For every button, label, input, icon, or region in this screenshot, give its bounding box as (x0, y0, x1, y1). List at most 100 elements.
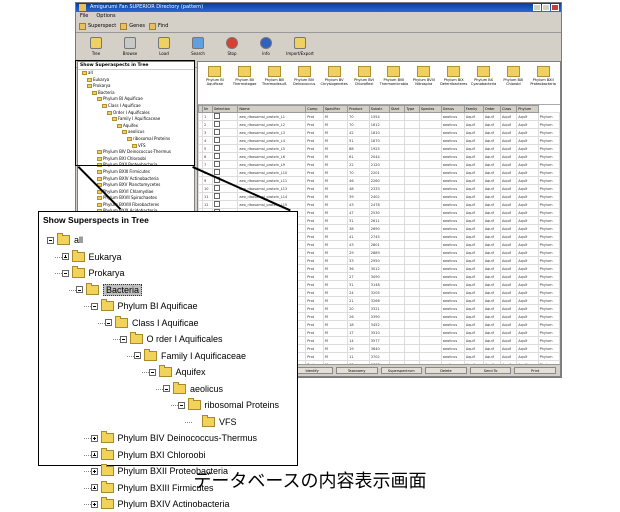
toolbar-button-load[interactable]: Load (152, 37, 176, 56)
table-row[interactable]: 9 aeo_ribosomal_protein_L11 Prot M 46 2260 aeo… (198, 176, 560, 185)
superspectrum-button[interactable]: Superspectrum (380, 367, 423, 374)
tree-node-phylum-bi-aquificae[interactable]: Phylum BI Aquificae (90, 298, 198, 314)
mini-tree-node[interactable]: Phylum BXVII Spirochaetes (78, 195, 194, 202)
selection-checkbox[interactable] (211, 144, 239, 153)
column-header[interactable]: Nr (201, 105, 213, 113)
toolbar-button-info[interactable]: Info (254, 37, 278, 56)
column-header[interactable]: Family (463, 105, 484, 113)
taxonomy-button[interactable]: Taxonomy (335, 367, 378, 374)
table-row[interactable]: 4 aeo_ribosomal_protein_L4 Prot M 51 1870 aeol… (198, 136, 560, 145)
column-header[interactable]: Specifier (322, 105, 349, 113)
column-header[interactable]: Phylum (516, 105, 539, 113)
collapse-toggle[interactable] (47, 236, 54, 244)
table-row[interactable]: 8aeo_ribosomal_protein_L10ProtM702201aeo… (198, 168, 560, 177)
delete-button[interactable]: Delete (425, 367, 467, 374)
collapse-toggle[interactable] (177, 401, 185, 409)
collapse-toggle[interactable] (76, 286, 83, 293)
table-row[interactable]: 7 aeo_ribosomal_protein_L9 Prot M 22 2120 aeol… (198, 160, 560, 169)
table-row[interactable]: 1 aeo_ribosomal_protein_L1 Prot M 70 1554 aeol… (198, 112, 560, 121)
tree-node-aeolicus[interactable]: aeolicus (163, 381, 223, 397)
folder-item[interactable]: Phylum BII Thermotogae (232, 66, 258, 104)
column-header[interactable]: Species (418, 105, 442, 113)
tree-node-bacteria[interactable]: Bacteria (76, 282, 143, 298)
tree-node-o-rder-i-aquificales[interactable]: O rder I Aquificales (119, 331, 223, 347)
tree-node-vfs[interactable]: VFS (192, 414, 237, 430)
tree-node-phylum-bxiv-actinobacteria[interactable]: Phylum BXIV Actinobacteria (90, 496, 230, 512)
folder-item[interactable]: Phylum BIX Deferribacteres (440, 66, 467, 104)
toolbar-button-browse[interactable]: Browse (118, 37, 142, 56)
column-header[interactable]: Type (404, 105, 420, 113)
selection-checkbox[interactable] (211, 112, 239, 121)
folder-item[interactable]: Phylum BI Aquificae (202, 66, 228, 104)
folder-item[interactable]: Phylum BXII Proteobacteria (530, 66, 556, 104)
folder-item[interactable]: Phylum BVI Chloroflexi (351, 66, 377, 104)
tab-superspect[interactable]: Superspect (79, 22, 116, 30)
tree-node-aquifex[interactable]: Aquifex (148, 364, 206, 380)
table-row[interactable]: 6 aeo_ribosomal_protein_L6 Prot M 61 2044 aeol… (198, 152, 560, 161)
table-row[interactable]: 2 aeo_ribosomal_protein_L2 Prot M 70 1612 aeol… (198, 120, 560, 129)
tree-node-phylum-biv-deinococcus-thermus[interactable]: Phylum BIV Deinococcus-Thermus (90, 430, 257, 446)
selection-checkbox[interactable] (211, 136, 239, 145)
folder-item[interactable]: Phylum BVIII Nitrospira (411, 66, 437, 104)
selection-checkbox[interactable] (211, 160, 239, 169)
menu-file[interactable]: File (80, 12, 88, 20)
selection-checkbox[interactable] (211, 200, 239, 209)
expand-toggle[interactable] (61, 253, 69, 260)
toolbar-button-tree[interactable]: Tree (84, 37, 108, 56)
tree-node-ribosomal-proteins[interactable]: ribosomal Proteins (177, 397, 279, 413)
folder-item[interactable]: Phylum BV Chrysiogenetes (321, 66, 348, 104)
table-row[interactable]: 3 aeo_ribosomal_protein_L3 Prot M 42 1810 aeol… (198, 128, 560, 137)
folder-item[interactable]: Phylum BX Cyanobacteria (471, 66, 497, 104)
maximize-button[interactable] (542, 4, 550, 11)
folder-item[interactable]: Phylum BVII Thermomicrobia (380, 66, 408, 104)
mini-tree-node[interactable]: Phylum BXVIII Fibrobacteres (78, 202, 194, 209)
table-row[interactable]: 10 aeo_ribosomal_protein_L13 Prot M 48 2333 ae… (198, 184, 560, 193)
toolbar-button-import-export[interactable]: Import/Export (286, 37, 314, 56)
column-header[interactable]: Name (237, 105, 307, 113)
toolbar-button-stop[interactable]: Stop (220, 37, 244, 56)
folder-item[interactable]: Phylum BXI Chlorobi (500, 66, 526, 104)
table-row[interactable]: 5 aeo_ribosomal_protein_L5 Prot M 88 1925 aeol… (198, 144, 560, 153)
selection-checkbox[interactable] (211, 152, 239, 161)
tree-node-all[interactable]: all (47, 232, 83, 248)
tree-node-prokarya[interactable]: Prokarya (61, 265, 125, 281)
collapse-toggle[interactable] (90, 302, 98, 310)
minimize-button[interactable] (533, 4, 541, 11)
tree-node-class-i-aquificae[interactable]: Class I Aquificae (105, 315, 199, 331)
mini-tree-node[interactable]: Phylum BXVI Chlamydiae (78, 189, 194, 196)
menu-options[interactable]: Options (96, 12, 115, 20)
print-button[interactable]: Print (514, 367, 556, 374)
column-header[interactable]: Genus (440, 105, 465, 113)
collapse-toggle[interactable] (61, 269, 69, 277)
column-header[interactable]: Comp (305, 105, 324, 113)
toolbar-button-search[interactable]: Search (186, 37, 210, 56)
mini-tree-node[interactable]: Phylum BXIV Actinobacteria (78, 176, 194, 183)
column-header[interactable]: Product (347, 105, 370, 113)
tab-find[interactable]: Find (149, 22, 168, 30)
column-header[interactable]: Start (388, 105, 406, 113)
column-header[interactable]: Selection (211, 105, 239, 113)
collapse-toggle[interactable] (148, 368, 156, 376)
selection-checkbox[interactable] (211, 192, 239, 201)
close-button[interactable] (551, 4, 559, 11)
expand-toggle[interactable] (90, 451, 98, 458)
column-header[interactable]: Order (482, 105, 502, 113)
tree-node-phylum-bxi-chloroobi[interactable]: Phylum BXI Chloroobi (90, 447, 206, 463)
tree-node-family-i-aquificaceae[interactable]: Family I Aquificaceae (134, 348, 246, 364)
collapse-toggle[interactable] (163, 385, 170, 392)
collapse-toggle[interactable] (119, 335, 127, 343)
send-to-button[interactable]: Send To (469, 367, 512, 374)
selection-checkbox[interactable] (211, 128, 239, 137)
folder-item[interactable]: Phylum BIV Deinococcus (291, 66, 317, 104)
table-row[interactable]: 12 aeo_ribosomal_protein_L15 Prot M 43 2478 ae… (198, 200, 560, 209)
folder-item[interactable]: Phylum BIII Thermodesulf. (262, 66, 288, 104)
column-header[interactable]: Substr. (368, 105, 390, 113)
collapse-toggle[interactable] (134, 352, 141, 359)
selection-checkbox[interactable] (211, 120, 239, 129)
expand-toggle[interactable] (90, 500, 98, 508)
expand-toggle[interactable] (90, 434, 98, 442)
tab-genes[interactable]: Genes (120, 22, 145, 30)
mini-tree-node[interactable]: Phylum BXIII Firmicutes (78, 169, 194, 176)
selection-checkbox[interactable] (211, 168, 239, 177)
tree-node-eukarya[interactable]: Eukarya (61, 249, 122, 265)
